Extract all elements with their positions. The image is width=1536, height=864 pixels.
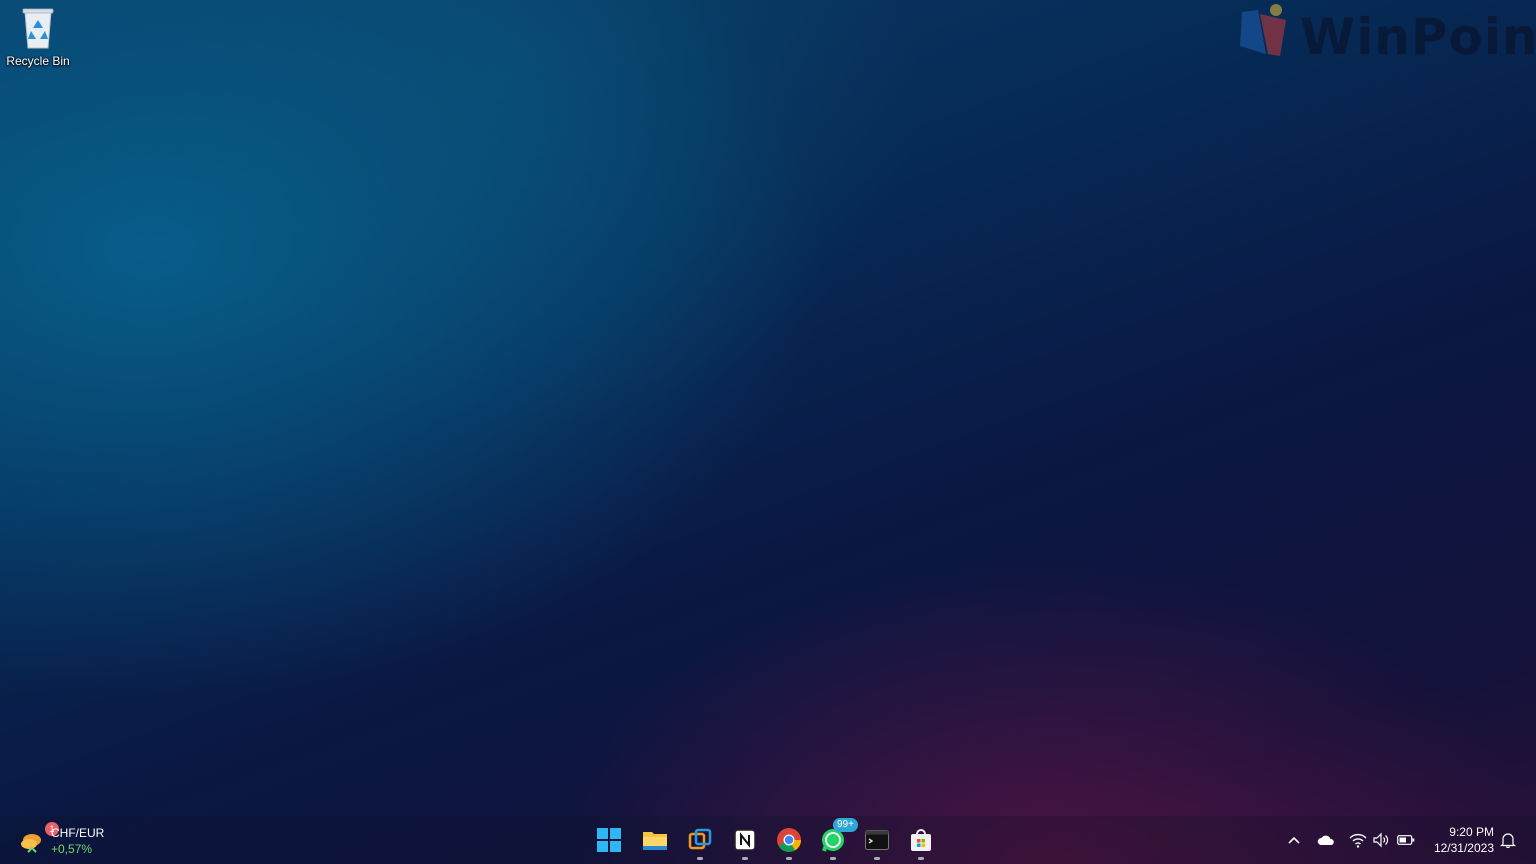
currency-exchange-icon	[21, 834, 41, 853]
taskbar-terminal[interactable]	[857, 820, 897, 860]
running-indicator	[830, 857, 836, 860]
file-explorer-icon	[643, 832, 667, 850]
store-icon	[911, 829, 931, 851]
chevron-up-icon	[1288, 836, 1300, 844]
winpoin-logo-icon	[1240, 4, 1286, 56]
running-indicator	[918, 857, 924, 860]
taskbar-virtualbox[interactable]	[680, 820, 720, 860]
taskbar-whatsapp[interactable]: 99+	[813, 818, 858, 860]
recycle-bin-icon	[22, 8, 54, 49]
taskbar-chrome[interactable]	[769, 820, 809, 860]
battery-button[interactable]	[1396, 830, 1416, 850]
volume-icon	[1373, 832, 1389, 848]
taskbar-notion[interactable]	[725, 820, 765, 860]
running-indicator	[874, 857, 880, 860]
whatsapp-unread-badge: 99+	[833, 818, 858, 832]
start-button[interactable]	[589, 820, 629, 860]
volume-button[interactable]	[1371, 830, 1391, 850]
running-indicator	[697, 857, 703, 860]
watermark-text: WinPoin	[1300, 8, 1536, 66]
widget-currency-pair: CHF/EUR	[51, 826, 105, 840]
desktop-background: WinPoin Recycle Bin 1 CHF/EUR +0,57% 99+…	[0, 0, 1536, 864]
taskbar-file-explorer[interactable]	[635, 820, 675, 860]
widgets-button[interactable]: 1 CHF/EUR +0,57%	[14, 822, 124, 858]
bell-icon	[1500, 833, 1516, 848]
widget-change: +0,57%	[51, 842, 93, 856]
network-button[interactable]	[1348, 830, 1368, 850]
notion-icon	[734, 829, 756, 851]
virtual-box-icon	[688, 828, 712, 850]
onedrive-icon	[1317, 835, 1334, 845]
taskbar-microsoft-store[interactable]	[901, 820, 941, 860]
taskbar: 1 CHF/EUR +0,57% 99+ 9:20 PM 12/31/2023	[0, 816, 1536, 864]
clock-date: 12/31/2023	[1433, 841, 1494, 855]
watermark-logo: WinPoin	[1236, 2, 1536, 66]
battery-icon	[1397, 835, 1415, 845]
notification-center-button[interactable]	[1498, 830, 1518, 850]
clock-button[interactable]: 9:20 PM 12/31/2023	[1422, 824, 1494, 856]
onedrive-button[interactable]	[1316, 830, 1336, 850]
wifi-icon	[1349, 833, 1367, 848]
chrome-icon	[777, 828, 801, 853]
windows-start-icon	[597, 828, 621, 852]
clock-time: 9:20 PM	[1449, 825, 1494, 839]
show-hidden-icons-button[interactable]	[1284, 830, 1304, 850]
running-indicator	[742, 857, 748, 860]
desktop-icon-recycle-bin[interactable]: Recycle Bin	[2, 4, 74, 74]
desktop-icon-label: Recycle Bin	[6, 54, 70, 68]
terminal-icon	[865, 830, 889, 850]
running-indicator	[786, 857, 792, 860]
